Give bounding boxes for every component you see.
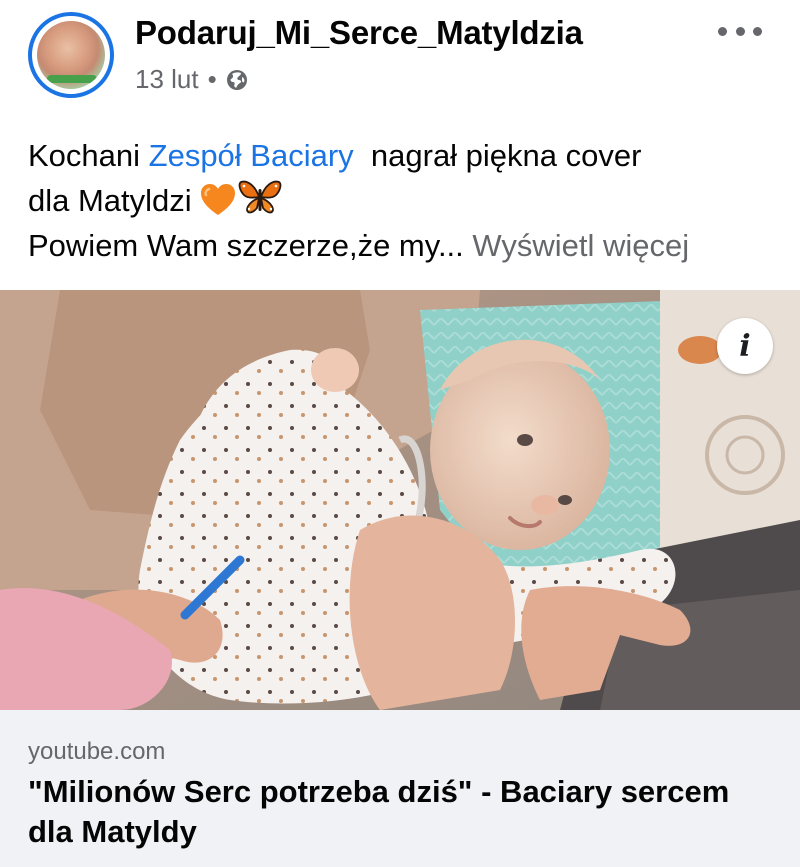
- post-text: Kochani Zespół Baciary nagrał piękna cov…: [28, 133, 788, 268]
- orange-heart-icon: [201, 184, 236, 215]
- meta-separator: •: [207, 64, 217, 94]
- link-title[interactable]: "Milionów Serc potrzeba dziś" - Baciary …: [28, 772, 768, 852]
- mention-link[interactable]: Zespół Baciary: [149, 138, 354, 173]
- page-avatar[interactable]: [28, 12, 114, 98]
- butterfly-icon: [238, 180, 282, 214]
- post-meta: 13 lut •: [135, 64, 249, 95]
- baby-photo: [0, 290, 800, 710]
- post-text-line-2: dla Matyldzi: [28, 178, 788, 223]
- see-more-link[interactable]: Wyświetl więcej: [464, 228, 689, 263]
- post-date[interactable]: 13 lut: [135, 64, 199, 95]
- post-text-line-3: Powiem Wam szczerze,że my... Wyświetl wi…: [28, 228, 690, 263]
- globe-icon: [226, 69, 247, 90]
- link-domain: youtube.com: [28, 738, 166, 765]
- avatar-image: [37, 21, 105, 89]
- info-icon[interactable]: i: [717, 318, 773, 374]
- more-options-icon[interactable]: [718, 16, 762, 46]
- post-text-line-1: Kochani Zespół Baciary nagrał piękna cov…: [28, 138, 642, 173]
- facebook-post: Podaruj_Mi_Serce_Matyldzia 13 lut • Koch…: [0, 0, 800, 867]
- page-name[interactable]: Podaruj_Mi_Serce_Matyldzia: [135, 14, 583, 52]
- link-preview-footer[interactable]: youtube.com "Milionów Serc potrzeba dziś…: [0, 710, 800, 867]
- link-preview-image[interactable]: [0, 290, 800, 710]
- post-header: Podaruj_Mi_Serce_Matyldzia 13 lut •: [0, 0, 800, 110]
